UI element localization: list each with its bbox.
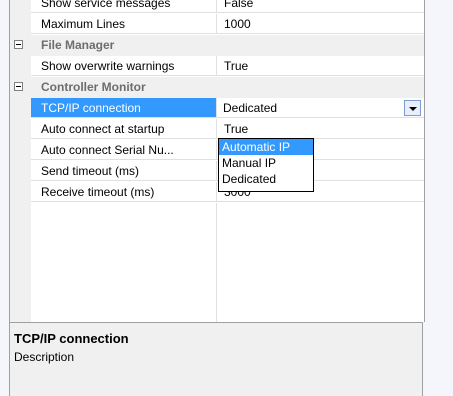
property-name: Show service messages (31, 0, 217, 13)
description-text: Description (14, 350, 75, 364)
category-file-manager: File Manager (10, 35, 424, 56)
property-row-show-overwrite-warnings[interactable]: Show overwrite warnings True (10, 56, 424, 77)
property-row-send-timeout[interactable]: Send timeout (ms) 3000 (10, 161, 424, 182)
property-name: Send timeout (ms) (31, 161, 217, 181)
property-name: Auto connect at startup (31, 119, 217, 139)
property-name: Show overwrite warnings (31, 56, 217, 76)
property-name: Maximum Lines (31, 14, 217, 34)
property-value[interactable]: False (217, 0, 424, 13)
dropdown-option-dedicated[interactable]: Dedicated (219, 171, 313, 187)
property-row-auto-connect-at-startup[interactable]: Auto connect at startup True (10, 119, 424, 140)
dropdown-option-manual-ip[interactable]: Manual IP (219, 155, 313, 171)
property-row-auto-connect-serial-number[interactable]: Auto connect Serial Nu... (10, 140, 424, 161)
property-row-show-service-messages[interactable]: Show service messages False (10, 0, 424, 14)
property-value-text: Dedicated (223, 101, 278, 115)
property-name: Auto connect Serial Nu... (31, 140, 217, 160)
property-row-receive-timeout[interactable]: Receive timeout (ms) 3000 (10, 182, 424, 203)
category-label: File Manager (41, 38, 115, 52)
description-title: TCP/IP connection (14, 331, 129, 346)
tcp-ip-dropdown-list[interactable]: Automatic IP Manual IP Dedicated (218, 138, 314, 192)
property-row-tcp-ip-connection[interactable]: TCP/IP connection Dedicated (10, 98, 424, 119)
property-value[interactable]: 1000 (217, 14, 424, 34)
category-label: Controller Monitor (41, 80, 146, 94)
gutter-filler (10, 203, 31, 322)
property-row-maximum-lines[interactable]: Maximum Lines 1000 (10, 14, 424, 35)
description-panel: TCP/IP connection Description (9, 322, 423, 396)
property-value[interactable]: True (217, 56, 424, 76)
property-name: Receive timeout (ms) (31, 182, 217, 202)
property-value[interactable]: True (217, 119, 424, 139)
collapse-icon[interactable] (14, 82, 23, 91)
dropdown-arrow-icon[interactable] (404, 100, 421, 116)
collapse-icon[interactable] (14, 40, 23, 49)
column-divider (216, 203, 217, 322)
dropdown-option-automatic-ip[interactable]: Automatic IP (219, 139, 313, 155)
property-grid: Show service messages False Maximum Line… (9, 0, 425, 322)
property-value-editor[interactable]: Dedicated (217, 98, 424, 118)
category-controller-monitor: Controller Monitor (10, 77, 424, 98)
property-name: TCP/IP connection (31, 98, 217, 118)
